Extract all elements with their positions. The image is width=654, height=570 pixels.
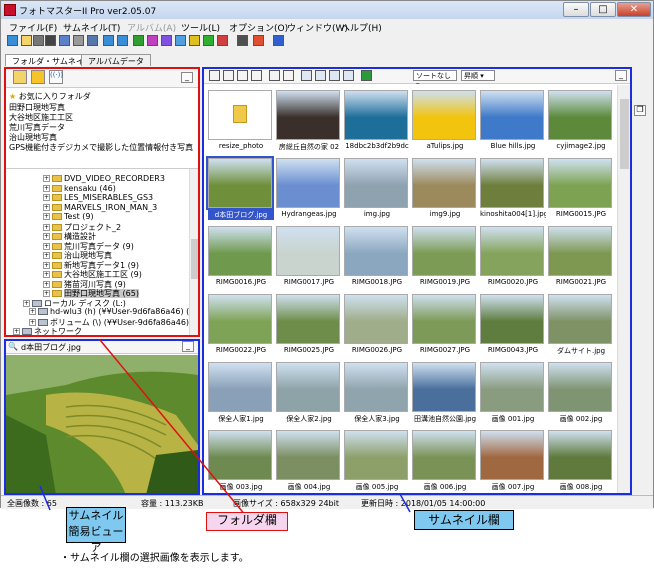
- callout-folder: フォルダ欄: [206, 512, 288, 531]
- note-text: ・サムネイル欄の選択画像を表示します。: [60, 553, 249, 564]
- callout-lines: [39, 339, 411, 517]
- callout-viewer: サムネイル 簡易ビューア: [66, 507, 126, 554]
- callout-thumbs: サムネイル欄: [414, 510, 514, 530]
